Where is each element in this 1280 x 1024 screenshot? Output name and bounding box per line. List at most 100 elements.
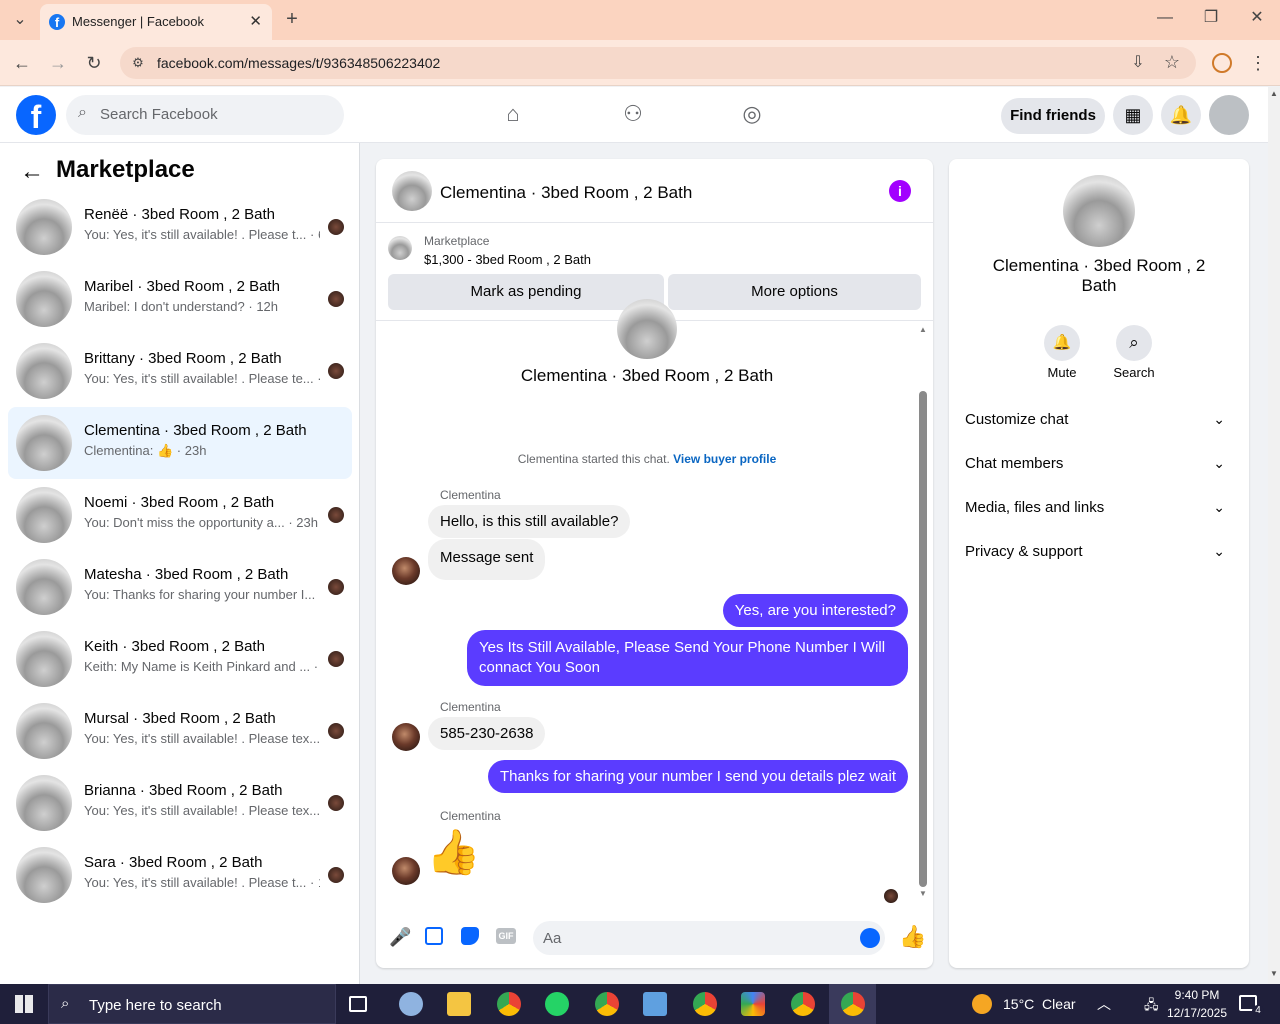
clock-date[interactable]: 12/17/2025 xyxy=(1164,1006,1230,1020)
address-bar[interactable]: ⚙ facebook.com/messages/t/93634850622340… xyxy=(120,47,1196,79)
site-info-icon[interactable]: ⚙ xyxy=(128,53,148,73)
conversation-item[interactable]: Maribel · 3bed Room , 2 Bath Maribel: I d… xyxy=(8,263,352,335)
weather-icon[interactable] xyxy=(972,994,992,1014)
conversation-item[interactable]: Brittany · 3bed Room , 2 Bath You: Yes, i… xyxy=(8,335,352,407)
menu-kebab-icon[interactable]: ⋮ xyxy=(1248,53,1268,73)
back-arrow-icon[interactable]: ← xyxy=(20,158,44,186)
search-placeholder: Search Facebook xyxy=(100,106,218,123)
taskbar-search[interactable]: ⌕ Type here to search xyxy=(48,984,336,1024)
more-options-button[interactable]: More options xyxy=(668,274,921,310)
incoming-message[interactable]: Message sent xyxy=(428,539,546,580)
minimize-icon[interactable]: — xyxy=(1155,8,1175,28)
reload-icon[interactable]: ↻ xyxy=(84,53,104,73)
chrome-profile-b-icon[interactable] xyxy=(595,992,619,1016)
windows-start-icon[interactable] xyxy=(15,995,33,1013)
preview-text: You: Yes, it's still available! . Please… xyxy=(84,371,314,386)
listing-price[interactable]: $1,300 - 3bed Room , 2 Bath xyxy=(424,252,591,267)
file-explorer-icon[interactable] xyxy=(447,992,471,1016)
profile-icon[interactable] xyxy=(1212,53,1232,73)
close-tab-icon[interactable]: ✕ xyxy=(249,12,262,30)
outgoing-message[interactable]: Yes, are you interested? xyxy=(722,594,908,627)
info-icon[interactable]: i xyxy=(889,180,911,202)
mark-pending-button[interactable]: Mark as pending xyxy=(388,274,664,310)
sender-avatar[interactable] xyxy=(392,557,420,585)
account-avatar[interactable] xyxy=(1209,95,1249,135)
tab-list-icon[interactable]: ⌄ xyxy=(10,10,30,30)
find-friends-button[interactable]: Find friends xyxy=(1001,98,1105,134)
conversation-item[interactable]: Brianna · 3bed Room , 2 Bath You: Yes, it… xyxy=(8,767,352,839)
send-like-icon[interactable]: 👍 xyxy=(899,924,926,950)
page-scroll-up-icon[interactable]: ▲ xyxy=(1270,89,1278,98)
preview-text: You: Don't miss the opportunity a... xyxy=(84,515,285,530)
outgoing-message[interactable]: Yes Its Still Available, Please Send You… xyxy=(467,630,908,686)
scroll-down-arrow-icon[interactable]: ▼ xyxy=(919,889,927,898)
network-icon[interactable]: 🖧 xyxy=(1144,996,1159,1018)
scrollbar-track[interactable]: ▲ ▼ xyxy=(918,325,928,898)
back-icon[interactable]: ← xyxy=(12,53,32,73)
clock-time[interactable]: 9:40 PM xyxy=(1166,988,1228,1002)
menu-grid-icon[interactable]: ▦ xyxy=(1113,95,1153,135)
info-section-row[interactable]: Media, files and links ⌄ xyxy=(965,499,1233,523)
restore-icon[interactable]: ❐ xyxy=(1201,8,1221,28)
thumbs-up-sticker-icon[interactable]: 👍 xyxy=(426,826,481,878)
sender-avatar[interactable] xyxy=(392,857,420,885)
info-section-row[interactable]: Customize chat ⌄ xyxy=(965,411,1233,435)
message-thread[interactable]: Clementina · 3bed Room , 2 Bath Clementi… xyxy=(376,299,933,903)
tray-chevron-icon[interactable]: ︿ xyxy=(1097,994,1111,1014)
chrome-profile-2-icon[interactable] xyxy=(693,992,717,1016)
conversation-item[interactable]: Sara · 3bed Room , 2 Bath You: Yes, it's … xyxy=(8,839,352,911)
groups-icon[interactable]: ◎ xyxy=(738,100,766,128)
conversation-item[interactable]: Renëë · 3bed Room , 2 Bath You: Yes, it's… xyxy=(8,191,352,263)
listing-thumbnail xyxy=(16,631,72,687)
paint-app-icon[interactable] xyxy=(399,992,423,1016)
chat-header-avatar[interactable] xyxy=(392,171,432,211)
chrome-profile-3-icon[interactable] xyxy=(791,992,815,1016)
notifications-bell-icon[interactable]: 🔔 xyxy=(1161,95,1201,135)
conversation-item[interactable]: Matesha · 3bed Room , 2 Bath You: Thanks … xyxy=(8,551,352,623)
listing-thumbnail[interactable] xyxy=(388,236,412,260)
sender-avatar[interactable] xyxy=(392,723,420,751)
new-tab-icon[interactable]: + xyxy=(282,9,302,29)
info-section-row[interactable]: Privacy & support ⌄ xyxy=(965,543,1233,567)
colorful-app-icon[interactable] xyxy=(741,992,765,1016)
task-view-icon[interactable] xyxy=(349,996,367,1012)
chrome-active-icon[interactable] xyxy=(841,992,865,1016)
conversation-item[interactable]: Clementina · 3bed Room , 2 Bath Clementin… xyxy=(8,407,352,479)
incoming-message[interactable]: Hello, is this still available? xyxy=(428,505,631,538)
home-icon[interactable]: ⌂ xyxy=(499,100,527,128)
browser-tab[interactable]: f Messenger | Facebook ✕ xyxy=(40,4,272,40)
conversation-name: Mursal · 3bed Room , 2 Bath xyxy=(84,710,276,727)
info-avatar[interactable] xyxy=(1063,175,1135,247)
chat-header-title[interactable]: Clementina · 3bed Room , 2 Bath xyxy=(440,183,692,203)
page-scrollbar[interactable]: ▲ ▼ xyxy=(1268,87,1280,984)
conversation-item[interactable]: Noemi · 3bed Room , 2 Bath You: Don't mis… xyxy=(8,479,352,551)
search-button[interactable]: ⌕ xyxy=(1116,325,1152,361)
conversation-item[interactable]: Keith · 3bed Room , 2 Bath Keith: My Name… xyxy=(8,623,352,695)
info-section-row[interactable]: Chat members ⌄ xyxy=(965,455,1233,479)
outgoing-message[interactable]: Thanks for sharing your number I send yo… xyxy=(487,760,908,793)
page-scroll-down-icon[interactable]: ▼ xyxy=(1270,969,1278,978)
conversation-item[interactable]: Mursal · 3bed Room , 2 Bath You: Yes, it'… xyxy=(8,695,352,767)
view-buyer-profile-link[interactable]: View buyer profile xyxy=(673,452,776,466)
gif-icon[interactable]: GIF xyxy=(496,928,516,944)
incoming-message[interactable]: 585-230-2638 xyxy=(428,717,546,750)
emoji-icon[interactable] xyxy=(860,928,880,948)
facebook-logo[interactable]: f xyxy=(16,95,56,135)
install-app-icon[interactable]: ⇩ xyxy=(1128,53,1148,73)
mute-button[interactable]: 🔔 xyxy=(1044,325,1080,361)
bookmark-star-icon[interactable]: ☆ xyxy=(1162,52,1182,72)
sticker-icon[interactable] xyxy=(461,927,479,945)
search-input[interactable]: ⌕ Search Facebook xyxy=(66,95,344,135)
whatsapp-icon[interactable] xyxy=(545,992,569,1016)
friends-icon[interactable]: ⚇ xyxy=(619,100,647,128)
scroll-up-arrow-icon[interactable]: ▲ xyxy=(919,325,927,334)
weather-text[interactable]: 15°C Clear xyxy=(1003,996,1076,1012)
forward-icon[interactable]: → xyxy=(48,53,68,73)
microphone-icon[interactable]: 🎤 xyxy=(389,927,411,948)
photo-icon[interactable] xyxy=(425,927,443,945)
scrollbar-thumb[interactable] xyxy=(919,391,927,887)
message-input[interactable]: Aa xyxy=(533,921,885,955)
chrome-icon[interactable] xyxy=(497,992,521,1016)
remote-desktop-icon[interactable] xyxy=(643,992,667,1016)
close-window-icon[interactable]: ✕ xyxy=(1247,8,1267,28)
